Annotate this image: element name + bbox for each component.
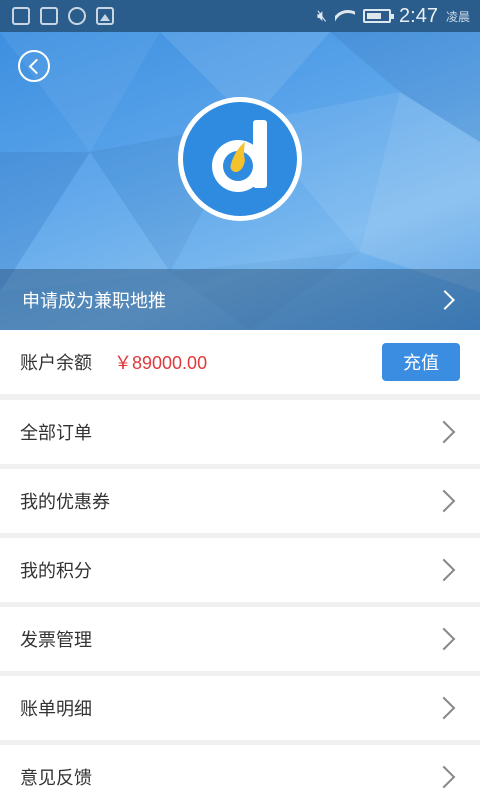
menu-item-bill-details[interactable]: 账单明细 [0, 676, 480, 740]
account-balance-row: 账户余额 ￥89000.00 充值 [0, 330, 480, 394]
menu-item-label: 我的积分 [20, 561, 92, 582]
profile-header: 申请成为兼职地推 [0, 32, 480, 330]
balance-label: 账户余额 [20, 353, 92, 374]
status-bar: 🔇︎ 2:47 凌晨 [0, 0, 480, 32]
recharge-button[interactable]: 充值 [382, 343, 460, 381]
apply-promoter-label: 申请成为兼职地推 [22, 290, 166, 312]
menu-item-label: 我的优惠券 [20, 492, 110, 513]
chevron-right-icon [432, 765, 456, 789]
menu-item-label: 全部订单 [20, 423, 92, 444]
status-period: 凌晨 [445, 9, 470, 24]
chevron-right-icon [435, 289, 455, 310]
image-icon [96, 7, 114, 25]
app-icon [68, 7, 86, 25]
back-button[interactable] [18, 50, 50, 82]
menu-item-all-orders[interactable]: 全部订单 [0, 400, 480, 464]
chevron-right-icon [432, 627, 456, 651]
status-time: 2:47 [399, 4, 438, 27]
menu-item-feedback[interactable]: 意见反馈 [0, 745, 480, 800]
menu-item-invoices[interactable]: 发票管理 [0, 607, 480, 671]
balance-value: ￥89000.00 [114, 353, 208, 373]
menu-list: 全部订单 我的优惠券 我的积分 发票管理 账单明细 意见反馈 [0, 400, 480, 800]
battery-icon [363, 9, 395, 23]
menu-item-coupons[interactable]: 我的优惠券 [0, 469, 480, 533]
chevron-right-icon [432, 420, 456, 444]
chevron-right-icon [432, 489, 456, 513]
chevron-right-icon [432, 696, 456, 720]
app-logo [178, 97, 302, 221]
d-logo-icon [212, 120, 267, 192]
menu-item-label: 发票管理 [20, 630, 92, 651]
menu-item-label: 意见反馈 [20, 768, 92, 789]
menu-item-points[interactable]: 我的积分 [0, 538, 480, 602]
menu-item-label: 账单明细 [20, 699, 92, 720]
sim-icon [40, 7, 58, 25]
chevron-right-icon [432, 558, 456, 582]
apply-promoter-row[interactable]: 申请成为兼职地推 [0, 269, 480, 330]
wifi-icon [335, 8, 356, 24]
mute-icon: 🔇︎ [316, 6, 328, 25]
sim-icon [12, 7, 30, 25]
